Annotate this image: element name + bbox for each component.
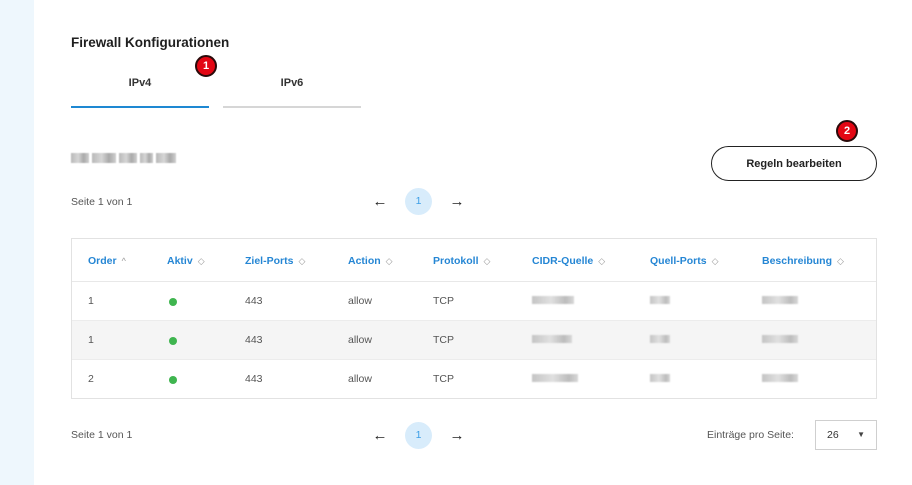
column-header-action[interactable]: Action ◇ <box>348 255 393 267</box>
annotation-marker-1: 1 <box>195 55 217 77</box>
column-header-cidr-source[interactable]: CIDR-Quelle ◇ <box>532 255 605 267</box>
entries-per-page-select[interactable]: 26 ▼ <box>815 420 877 450</box>
table-row: 2 443 allow TCP <box>72 360 876 399</box>
redacted-description <box>762 374 798 382</box>
cell-action: allow <box>348 334 372 346</box>
cell-target-ports: 443 <box>245 295 263 307</box>
prev-page-icon[interactable]: ← <box>371 193 389 211</box>
table-row: 1 443 allow TCP <box>72 282 876 321</box>
sort-asc-icon: ^ <box>121 256 126 266</box>
entries-per-page-label: Einträge pro Seite: <box>707 429 794 441</box>
tab-ipv6[interactable]: IPv6 <box>223 70 361 108</box>
column-header-order[interactable]: Order ^ <box>88 255 126 267</box>
redacted-source-ports <box>650 296 670 304</box>
active-status-dot <box>169 376 177 384</box>
sort-icon: ◇ <box>197 256 205 266</box>
active-status-dot <box>169 337 177 345</box>
cell-action: allow <box>348 373 372 385</box>
cell-protocol: TCP <box>433 334 454 346</box>
page-info-top: Seite 1 von 1 <box>71 196 133 208</box>
cell-target-ports: 443 <box>245 334 263 346</box>
active-status-dot <box>169 298 177 306</box>
sort-icon: ◇ <box>298 256 306 266</box>
redacted-cidr-source <box>532 335 572 343</box>
cell-order: 1 <box>88 334 94 346</box>
annotation-marker-2: 2 <box>836 120 858 142</box>
column-header-active[interactable]: Aktiv ◇ <box>167 255 205 267</box>
cell-protocol: TCP <box>433 373 454 385</box>
column-header-protocol[interactable]: Protokoll ◇ <box>433 255 490 267</box>
left-sidebar-strip <box>0 0 34 485</box>
column-header-description[interactable]: Beschreibung ◇ <box>762 255 844 267</box>
blurred-ruleset-name <box>71 153 177 163</box>
next-page-icon[interactable]: → <box>448 427 466 445</box>
sort-icon: ◇ <box>711 256 719 266</box>
pagination-top: ← 1 → <box>371 188 466 215</box>
next-page-icon[interactable]: → <box>448 193 466 211</box>
cell-action: allow <box>348 295 372 307</box>
redacted-description <box>762 296 798 304</box>
table-header: Order ^ Aktiv ◇ Ziel-Ports ◇ Action ◇ Protok… <box>72 239 876 282</box>
sort-icon: ◇ <box>598 256 606 266</box>
entries-per-page-value: 26 <box>827 429 839 441</box>
cell-protocol: TCP <box>433 295 454 307</box>
redacted-source-ports <box>650 335 670 343</box>
column-header-source-ports[interactable]: Quell-Ports ◇ <box>650 255 719 267</box>
chevron-down-icon: ▼ <box>857 430 865 439</box>
prev-page-icon[interactable]: ← <box>371 427 389 445</box>
tab-ipv4[interactable]: IPv4 <box>71 70 209 108</box>
page-number-button[interactable]: 1 <box>405 188 432 215</box>
section-title: Firewall Konfigurationen <box>71 35 230 50</box>
page-info-bottom: Seite 1 von 1 <box>71 429 133 441</box>
redacted-cidr-source <box>532 374 578 382</box>
pagination-bottom: ← 1 → <box>371 422 466 449</box>
redacted-source-ports <box>650 374 670 382</box>
cell-target-ports: 443 <box>245 373 263 385</box>
column-header-target-ports[interactable]: Ziel-Ports ◇ <box>245 255 305 267</box>
sort-icon: ◇ <box>837 256 844 266</box>
redacted-description <box>762 335 798 343</box>
sort-icon: ◇ <box>385 256 393 266</box>
ip-version-tabs: IPv4 IPv6 <box>71 70 361 108</box>
edit-rules-button[interactable]: Regeln bearbeiten <box>711 146 877 181</box>
page-number-button[interactable]: 1 <box>405 422 432 449</box>
cell-order: 2 <box>88 373 94 385</box>
sort-icon: ◇ <box>483 256 491 266</box>
table-row: 1 443 allow TCP <box>72 321 876 360</box>
redacted-cidr-source <box>532 296 574 304</box>
cell-order: 1 <box>88 295 94 307</box>
firewall-rules-table: Order ^ Aktiv ◇ Ziel-Ports ◇ Action ◇ Protok… <box>71 238 877 399</box>
